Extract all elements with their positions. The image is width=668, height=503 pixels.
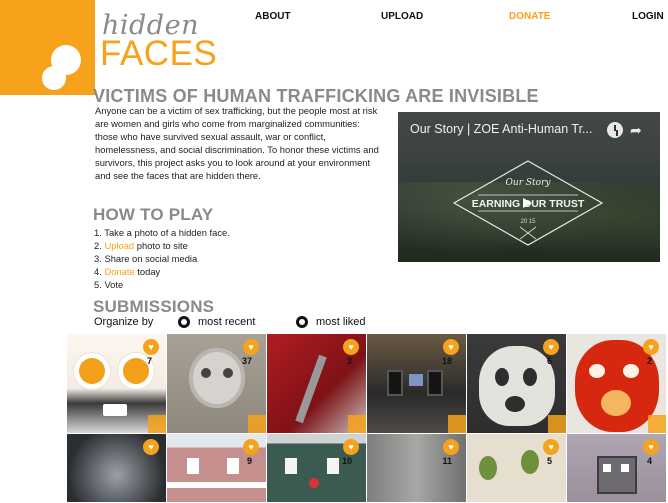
- intro-text: Anyone can be a victim of sex traffickin…: [95, 105, 379, 181]
- submission-tile[interactable]: ♥ 3: [267, 334, 367, 434]
- like-count: 6: [546, 356, 552, 366]
- upload-link[interactable]: Upload: [104, 240, 134, 251]
- nav-login[interactable]: LOGIN: [632, 11, 664, 22]
- submission-tile[interactable]: ♥ 4: [567, 434, 667, 503]
- heart-icon[interactable]: ♥: [643, 439, 659, 455]
- submission-tile[interactable]: ♥: [67, 434, 167, 503]
- donate-link[interactable]: Donate: [104, 266, 134, 277]
- submission-tile[interactable]: ♥ 6: [467, 334, 567, 434]
- like-count: 18: [441, 356, 452, 366]
- like-count: 3: [346, 356, 352, 366]
- submission-tile[interactable]: ♥ 37: [167, 334, 267, 434]
- heart-icon[interactable]: ♥: [343, 439, 359, 455]
- submissions-heading: SUBMISSIONS: [93, 297, 215, 316]
- how-to-play-list: 1. Take a photo of a hidden face. 2. Upl…: [94, 226, 230, 291]
- heart-icon[interactable]: ♥: [143, 339, 159, 355]
- radio-checked-icon[interactable]: [178, 316, 190, 328]
- step-item: 3. Share on social media: [94, 253, 198, 264]
- submissions-grid: ♥ 7 ♥ 37 ♥ 3 ♥ 18 ♥ 6 ♥ 2 ♥ ♥ 9 ♥ 10 ♥ 1…: [67, 334, 668, 503]
- like-count: 5: [546, 456, 552, 466]
- corner-badge: [348, 415, 366, 433]
- share-icon[interactable]: ➦: [630, 122, 642, 139]
- heart-icon[interactable]: ♥: [343, 339, 359, 355]
- sort-most-liked[interactable]: most liked: [296, 316, 366, 328]
- submission-tile[interactable]: ♥ 2: [567, 334, 667, 434]
- video-embed[interactable]: Our Story | ZOE Anti-Human Tr... ➦ Our S…: [398, 112, 660, 262]
- badge-year: 20 15: [520, 219, 536, 225]
- like-count: 11: [442, 456, 452, 466]
- sort-most-recent[interactable]: most recent: [178, 316, 255, 328]
- heart-icon[interactable]: ♥: [443, 439, 459, 455]
- corner-badge: [548, 415, 566, 433]
- corner-badge: [648, 415, 666, 433]
- heart-icon[interactable]: ♥: [643, 339, 659, 355]
- logo-text-faces: FACES: [100, 34, 218, 73]
- video-badge: Our Story EARNING OUR TRUST 20 15: [452, 160, 604, 246]
- submission-tile[interactable]: ♥ 18: [367, 334, 467, 434]
- submission-tile[interactable]: ♥ 5: [467, 434, 567, 503]
- badge-script: Our Story: [506, 178, 552, 188]
- step-item: 1. Take a photo of a hidden face.: [94, 227, 230, 238]
- submission-tile[interactable]: ♥ 7: [67, 334, 167, 434]
- heart-icon[interactable]: ♥: [543, 439, 559, 455]
- how-to-play-heading: HOW TO PLAY: [93, 205, 214, 224]
- heart-icon[interactable]: ♥: [443, 339, 459, 355]
- submission-tile[interactable]: ♥ 9: [167, 434, 267, 503]
- step-item: 4. Donate today: [94, 266, 161, 277]
- like-count: 37: [241, 356, 252, 366]
- like-count: 7: [146, 356, 152, 366]
- clock-icon[interactable]: [607, 122, 623, 138]
- nav-donate[interactable]: DONATE: [509, 11, 550, 22]
- heart-icon[interactable]: ♥: [143, 439, 159, 455]
- step-item: 5. Vote: [94, 279, 124, 290]
- corner-badge: [148, 415, 166, 433]
- heart-icon[interactable]: ♥: [543, 339, 559, 355]
- nav-about[interactable]: ABOUT: [255, 11, 291, 22]
- like-count: 10: [341, 456, 352, 466]
- video-title[interactable]: Our Story | ZOE Anti-Human Tr...: [410, 122, 592, 136]
- like-count: 4: [646, 456, 652, 466]
- like-count: 2: [646, 356, 652, 366]
- submission-tile[interactable]: ♥ 10: [267, 434, 367, 503]
- organize-label: Organize by: [94, 316, 154, 328]
- heart-icon[interactable]: ♥: [243, 339, 259, 355]
- heart-icon[interactable]: ♥: [243, 439, 259, 455]
- logo[interactable]: [0, 0, 95, 95]
- submission-tile[interactable]: ♥ 11: [367, 434, 467, 503]
- like-count: 9: [246, 456, 252, 466]
- radio-icon[interactable]: [296, 316, 308, 328]
- nav-upload[interactable]: UPLOAD: [381, 11, 423, 22]
- corner-badge: [248, 415, 266, 433]
- corner-badge: [448, 415, 466, 433]
- step-item: 2. Upload photo to site: [94, 240, 188, 251]
